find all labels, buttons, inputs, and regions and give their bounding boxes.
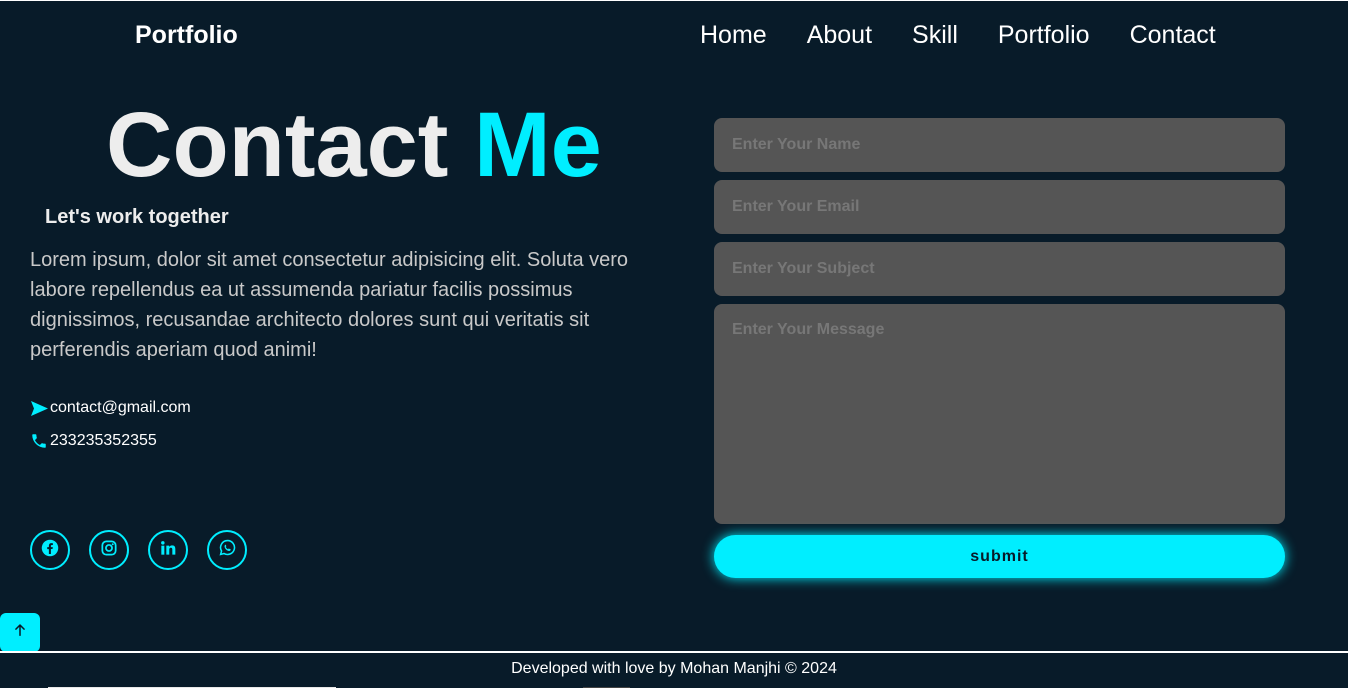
facebook-link[interactable] (30, 530, 70, 570)
submit-button[interactable]: submit (714, 535, 1285, 578)
title-accent: Me (474, 94, 602, 196)
name-input[interactable] (714, 118, 1285, 172)
instagram-icon (101, 539, 117, 561)
subheading: Let's work together (45, 206, 229, 228)
scroll-top-button[interactable] (0, 613, 40, 652)
send-icon (30, 398, 50, 418)
phone-text[interactable]: 233235352355 (50, 432, 157, 450)
whatsapp-icon (219, 539, 236, 561)
main-nav: Home About Skill Portfolio Contact (700, 19, 1216, 51)
instagram-link[interactable] (89, 530, 129, 570)
nav-skill[interactable]: Skill (912, 19, 958, 51)
facebook-icon (41, 539, 59, 562)
site-logo[interactable]: Portfolio (135, 21, 238, 50)
title-main: Contact (106, 94, 449, 196)
footer-credit: Developed with love by Mohan Manjhi © 20… (511, 660, 837, 677)
subject-input[interactable] (714, 242, 1285, 296)
phone-icon (30, 431, 50, 451)
contact-page: Portfolio Home About Skill Portfolio Con… (0, 0, 1348, 688)
nav-about[interactable]: About (807, 19, 872, 51)
linkedin-link[interactable] (148, 530, 188, 570)
email-input[interactable] (714, 180, 1285, 234)
nav-portfolio[interactable]: Portfolio (998, 19, 1090, 51)
phone-line: 233235352355 (30, 431, 157, 451)
whatsapp-link[interactable] (207, 530, 247, 570)
linkedin-icon (160, 540, 176, 561)
description: Lorem ipsum, dolor sit amet consectetur … (30, 249, 629, 361)
nav-home[interactable]: Home (700, 19, 767, 51)
contact-form (714, 118, 1285, 532)
page-title: Contact Me (106, 93, 602, 197)
email-text[interactable]: contact@gmail.com (50, 399, 191, 417)
social-links (30, 530, 247, 570)
arrow-up-icon (13, 623, 27, 642)
email-line: contact@gmail.com (30, 398, 191, 418)
footer-divider (0, 651, 1348, 653)
message-textarea[interactable] (714, 304, 1285, 524)
nav-contact[interactable]: Contact (1130, 19, 1216, 51)
